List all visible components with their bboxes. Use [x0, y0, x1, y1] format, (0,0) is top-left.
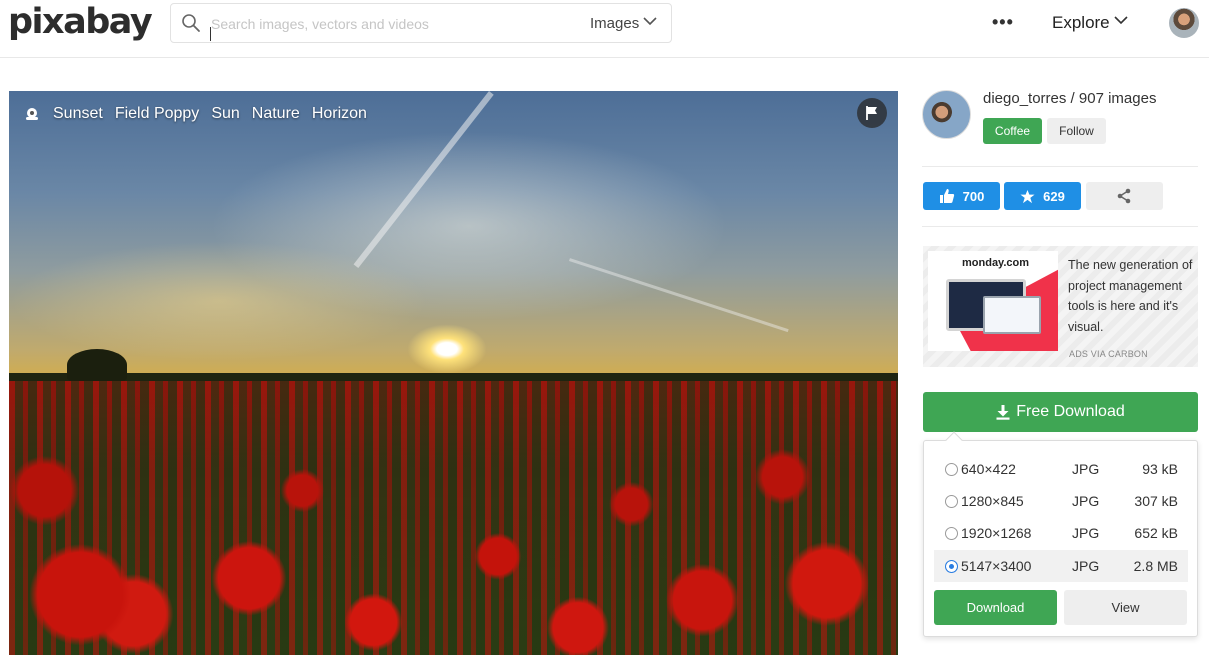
- option-format: JPG: [1072, 461, 1100, 477]
- search-type-selector[interactable]: Images: [590, 15, 639, 32]
- tag-link[interactable]: Horizon: [312, 105, 367, 123]
- explore-menu[interactable]: Explore: [1052, 13, 1110, 33]
- favorite-button[interactable]: 629: [1004, 182, 1081, 210]
- ad-text[interactable]: The new generation of project management…: [1068, 255, 1194, 337]
- star-icon: [1020, 189, 1035, 203]
- user-avatar[interactable]: [1169, 8, 1199, 38]
- share-button[interactable]: [1086, 182, 1163, 210]
- coffee-button[interactable]: Coffee: [983, 118, 1042, 144]
- option-size: 652 kB: [1134, 525, 1178, 541]
- search-icon[interactable]: [181, 13, 201, 33]
- flag-icon: [866, 106, 877, 120]
- download-option[interactable]: 1280×845 JPG 307 kB: [934, 485, 1188, 517]
- free-download-button[interactable]: Free Download: [923, 392, 1198, 432]
- tag-link[interactable]: Sunset: [53, 105, 103, 123]
- photo-detail: [9, 381, 898, 655]
- option-dimensions: 5147×3400: [961, 558, 1032, 574]
- chevron-down-icon[interactable]: [1114, 15, 1128, 25]
- download-option[interactable]: 640×422 JPG 93 kB: [934, 453, 1188, 485]
- divider: [922, 226, 1198, 227]
- photo-tags: Sunset Field Poppy Sun Nature Horizon: [23, 105, 367, 123]
- photo-detail: [9, 241, 429, 361]
- text-cursor: [210, 27, 211, 41]
- option-format: JPG: [1072, 525, 1100, 541]
- size-radio[interactable]: [945, 463, 958, 476]
- free-download-label: Free Download: [1016, 403, 1125, 420]
- thumbs-up-icon: [939, 189, 954, 203]
- ad-brand: monday.com: [962, 257, 1030, 269]
- top-navbar: pixabay Images ••• Explore: [0, 0, 1209, 58]
- like-count: 700: [962, 188, 985, 204]
- option-dimensions: 1920×1268: [961, 525, 1032, 541]
- pixabay-logo[interactable]: pixabay: [8, 2, 153, 42]
- more-menu-button[interactable]: •••: [992, 12, 1014, 33]
- search-bar: Images: [170, 3, 672, 43]
- photo-detail: [407, 324, 487, 374]
- option-size: 307 kB: [1134, 493, 1178, 509]
- ad-image[interactable]: monday.com: [928, 251, 1058, 351]
- option-dimensions: 640×422: [961, 461, 1016, 477]
- view-button[interactable]: View: [1064, 590, 1187, 625]
- download-arrow-icon: [996, 404, 1010, 420]
- search-input[interactable]: [211, 10, 581, 38]
- main-photo[interactable]: Sunset Field Poppy Sun Nature Horizon: [9, 91, 898, 655]
- download-options-panel: 640×422 JPG 93 kB 1280×845 JPG 307 kB 19…: [923, 431, 1198, 637]
- chevron-down-icon[interactable]: [643, 16, 657, 26]
- carbon-ad[interactable]: monday.com The new generation of project…: [923, 246, 1198, 367]
- ad-via-link[interactable]: ADS VIA CARBON: [1069, 349, 1148, 359]
- download-option[interactable]: 1920×1268 JPG 652 kB: [934, 517, 1188, 549]
- option-dimensions: 1280×845: [961, 493, 1024, 509]
- option-size: 93 kB: [1142, 461, 1178, 477]
- favorite-count: 629: [1043, 188, 1065, 204]
- tag-link[interactable]: Field Poppy: [115, 105, 200, 123]
- size-radio-checked[interactable]: [945, 560, 958, 573]
- ad-graphic: [983, 296, 1041, 334]
- tag-link[interactable]: Nature: [252, 105, 300, 123]
- option-format: JPG: [1072, 493, 1100, 509]
- follow-button[interactable]: Follow: [1047, 118, 1106, 144]
- option-size: 2.8 MB: [1133, 558, 1178, 574]
- tag-link[interactable]: Sun: [211, 105, 239, 123]
- download-option-selected[interactable]: 5147×3400 JPG 2.8 MB: [934, 550, 1188, 582]
- like-button[interactable]: 700: [923, 182, 1000, 210]
- size-radio[interactable]: [945, 527, 958, 540]
- size-radio[interactable]: [945, 495, 958, 508]
- share-icon: [1117, 188, 1131, 204]
- divider: [922, 166, 1198, 167]
- author-avatar[interactable]: [922, 90, 971, 139]
- download-button[interactable]: Download: [934, 590, 1057, 625]
- report-button[interactable]: [857, 98, 887, 128]
- author-name[interactable]: diego_torres / 907 images: [983, 90, 1156, 107]
- tag-icon: [26, 108, 38, 120]
- photo-detail: [67, 349, 127, 381]
- option-format: JPG: [1072, 558, 1100, 574]
- panel-pointer: [945, 431, 963, 449]
